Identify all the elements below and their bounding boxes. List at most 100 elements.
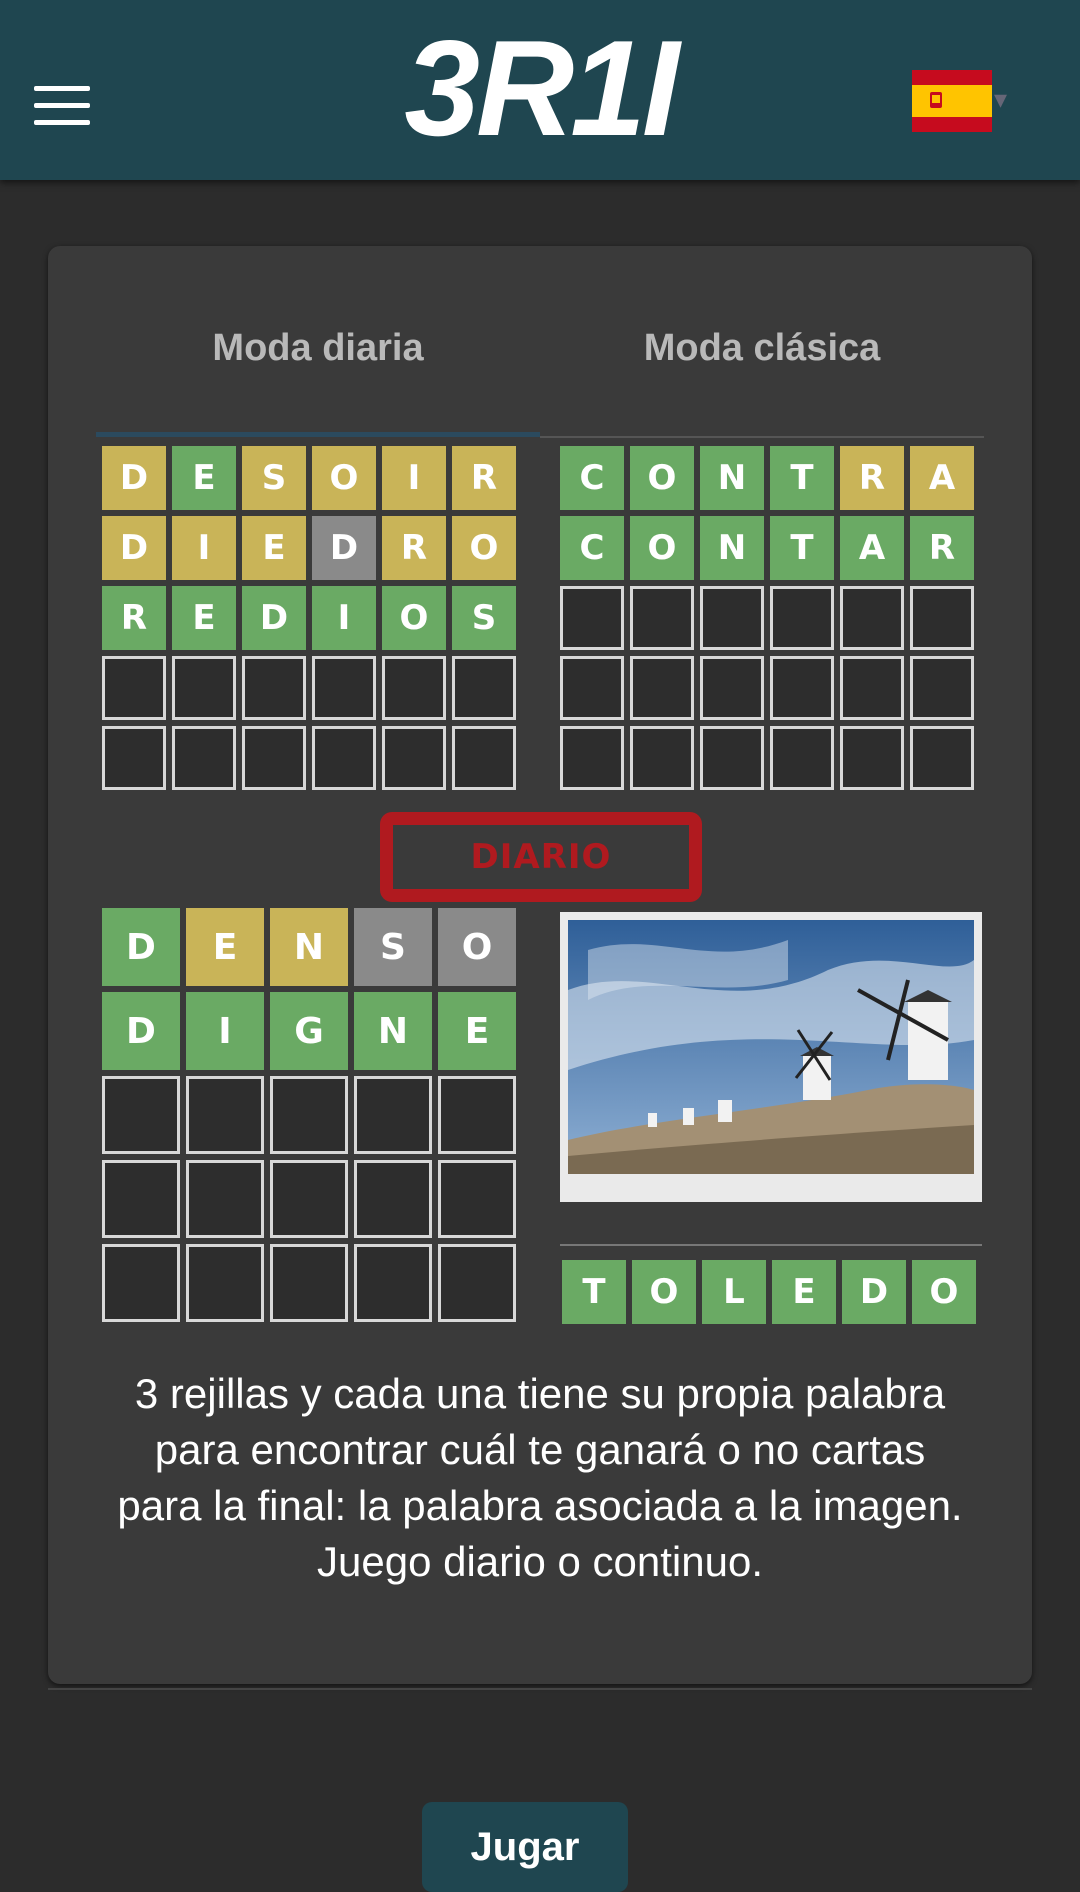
grid-cell: N bbox=[700, 516, 764, 580]
windmills-image bbox=[568, 920, 974, 1174]
grid-cell: S bbox=[242, 446, 306, 510]
grid-cell bbox=[560, 656, 624, 720]
windmills-photo bbox=[560, 912, 982, 1202]
tab-daily-mode[interactable]: Moda diaria bbox=[96, 310, 540, 402]
classic-grid-six: CONTRACONTAR bbox=[560, 446, 974, 790]
grid-cell bbox=[560, 726, 624, 790]
grid-cell bbox=[630, 656, 694, 720]
grid-cell: O bbox=[438, 908, 516, 986]
intro-card: Moda diaria Moda clásica DESOIRDIEDRORED… bbox=[48, 246, 1032, 1684]
grid-cell: L bbox=[702, 1260, 766, 1324]
grid-cell: D bbox=[102, 992, 180, 1070]
grid-cell bbox=[312, 726, 376, 790]
grid-cell: O bbox=[632, 1260, 696, 1324]
grid-cell bbox=[312, 656, 376, 720]
grid-cell: E bbox=[242, 516, 306, 580]
grid-cell: R bbox=[102, 586, 166, 650]
grid-cell: E bbox=[172, 586, 236, 650]
grid-cell bbox=[438, 1160, 516, 1238]
grid-cell bbox=[270, 1076, 348, 1154]
grid-cell bbox=[354, 1244, 432, 1322]
grid-cell: E bbox=[186, 908, 264, 986]
grid-cell: N bbox=[700, 446, 764, 510]
grid-cell bbox=[382, 726, 446, 790]
grid-cell bbox=[242, 656, 306, 720]
image-divider bbox=[560, 1244, 982, 1246]
chevron-down-icon: ▾ bbox=[994, 84, 1008, 114]
grid-cell: T bbox=[770, 446, 834, 510]
grid-cell bbox=[630, 586, 694, 650]
grid-cell: R bbox=[910, 516, 974, 580]
grid-cell bbox=[770, 726, 834, 790]
tab-divider bbox=[540, 436, 984, 438]
daily-stamp: DIARIO bbox=[380, 812, 702, 902]
grid-cell: R bbox=[840, 446, 904, 510]
grid-cell bbox=[186, 1076, 264, 1154]
grid-cell bbox=[172, 656, 236, 720]
grid-cell bbox=[186, 1160, 264, 1238]
top-header: 3R1I ▾ bbox=[0, 0, 1080, 180]
play-button[interactable]: Jugar bbox=[422, 1802, 628, 1892]
grid-cell: D bbox=[102, 446, 166, 510]
grid-cell: E bbox=[172, 446, 236, 510]
grid-cell bbox=[354, 1160, 432, 1238]
grid-cell bbox=[186, 1244, 264, 1322]
grid-cell bbox=[770, 586, 834, 650]
grid-cell: T bbox=[562, 1260, 626, 1324]
grid-cell: A bbox=[910, 446, 974, 510]
grid-cell: S bbox=[452, 586, 516, 650]
section-divider bbox=[48, 1688, 1032, 1690]
grid-cell: I bbox=[172, 516, 236, 580]
image-answer-row: TOLEDO bbox=[562, 1260, 976, 1324]
grid-cell bbox=[270, 1160, 348, 1238]
grid-cell bbox=[382, 656, 446, 720]
grid-cell: I bbox=[382, 446, 446, 510]
grid-cell bbox=[630, 726, 694, 790]
grid-cell: S bbox=[354, 908, 432, 986]
grid-cell bbox=[102, 656, 166, 720]
grid-cell bbox=[438, 1076, 516, 1154]
grid-cell: C bbox=[560, 446, 624, 510]
grid-cell bbox=[438, 1244, 516, 1322]
grid-cell bbox=[452, 726, 516, 790]
game-description: 3 rejillas y cada una tiene su propia pa… bbox=[117, 1370, 963, 1585]
grid-cell: D bbox=[242, 586, 306, 650]
grid-cell: N bbox=[270, 908, 348, 986]
grid-cell: O bbox=[912, 1260, 976, 1324]
grid-cell bbox=[910, 726, 974, 790]
grid-cell: I bbox=[186, 992, 264, 1070]
grid-cell bbox=[910, 586, 974, 650]
grid-cell bbox=[354, 1076, 432, 1154]
grid-cell: A bbox=[840, 516, 904, 580]
grid-cell: R bbox=[382, 516, 446, 580]
grid-cell: R bbox=[452, 446, 516, 510]
grid-cell: D bbox=[842, 1260, 906, 1324]
grid-cell bbox=[700, 656, 764, 720]
grid-cell: O bbox=[382, 586, 446, 650]
grid-cell: D bbox=[102, 516, 166, 580]
grid-cell: D bbox=[312, 516, 376, 580]
grid-cell: O bbox=[312, 446, 376, 510]
grid-cell bbox=[840, 656, 904, 720]
grid-cell: O bbox=[630, 446, 694, 510]
grid-cell: E bbox=[438, 992, 516, 1070]
grid-cell: I bbox=[312, 586, 376, 650]
tab-classic-mode[interactable]: Moda clásica bbox=[540, 310, 984, 402]
grid-cell: D bbox=[102, 908, 180, 986]
hamburger-menu-icon[interactable] bbox=[34, 86, 90, 126]
grid-cell bbox=[270, 1244, 348, 1322]
active-tab-indicator bbox=[96, 432, 540, 437]
grid-cell bbox=[770, 656, 834, 720]
grid-cell: C bbox=[560, 516, 624, 580]
grid-cell bbox=[840, 586, 904, 650]
language-selector[interactable]: ▾ bbox=[912, 70, 1012, 132]
grid-cell: O bbox=[452, 516, 516, 580]
grid-cell bbox=[700, 586, 764, 650]
grid-cell: N bbox=[354, 992, 432, 1070]
grid-cell bbox=[910, 656, 974, 720]
grid-cell bbox=[452, 656, 516, 720]
daily-grid-six: DESOIRDIEDROREDIOS bbox=[102, 446, 516, 790]
grid-cell: O bbox=[630, 516, 694, 580]
app-logo: 3R1I bbox=[404, 12, 679, 164]
grid-cell bbox=[700, 726, 764, 790]
